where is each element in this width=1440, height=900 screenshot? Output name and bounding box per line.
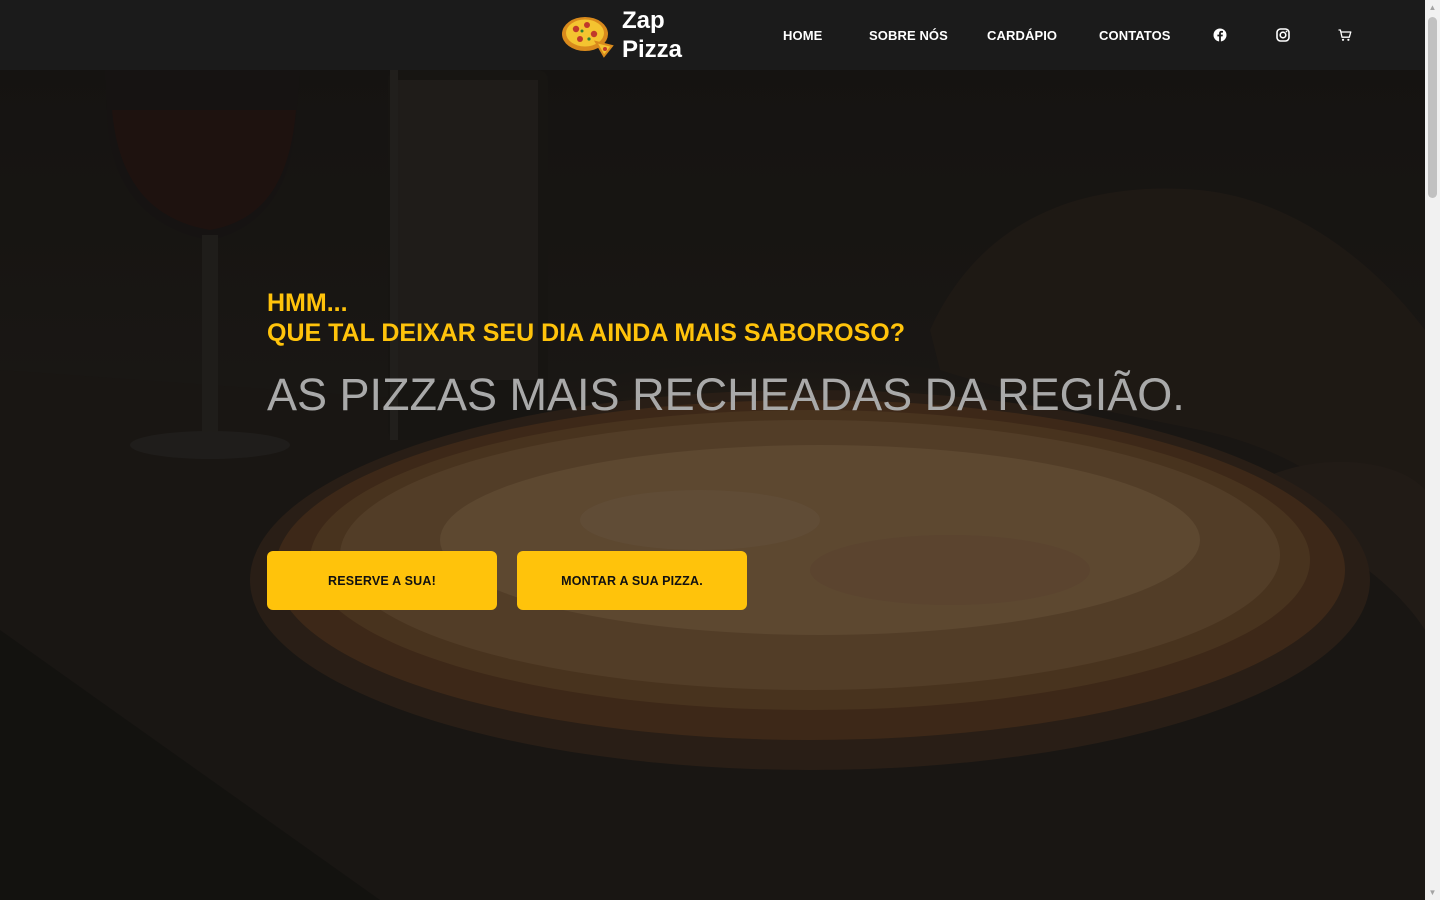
hero-eyebrow-line2: QUE TAL DEIXAR SEU DIA AINDA MAIS SABORO… [267,319,906,347]
hero-overlay [0,70,1425,900]
hero-section: HMM... QUE TAL DEIXAR SEU DIA AINDA MAIS… [0,70,1425,900]
nav-contatos[interactable]: CONTATOS [1099,28,1171,43]
brand-home-link[interactable]: Zap Pizza [560,5,682,65]
brand-name-line2: Pizza [622,36,683,63]
nav-sobre-nos[interactable]: SOBRE NÓS [869,28,948,43]
build-pizza-button[interactable]: MONTAR A SUA PIZZA. [517,551,747,610]
hero-eyebrow: HMM... QUE TAL DEIXAR SEU DIA AINDA MAIS… [267,288,905,348]
scroll-up-icon[interactable]: ▲ [1425,0,1440,15]
scrollbar-thumb[interactable] [1428,17,1437,198]
scroll-down-icon[interactable]: ▼ [1425,885,1440,900]
top-navigation-bar: Zap Pizza HOME SOBRE NÓS CARDÁPIO CONTAT… [0,0,1425,70]
nav-home[interactable]: HOME [783,28,822,43]
cart-icon[interactable] [1337,27,1353,43]
hero-headline: AS PIZZAS MAIS RECHEADAS DA REGIÃO. [267,369,1185,420]
facebook-icon[interactable] [1212,27,1228,43]
reserve-button[interactable]: RESERVE A SUA! [267,551,497,610]
hero-eyebrow-line1: HMM... [267,289,348,317]
instagram-icon[interactable] [1275,27,1291,43]
page-scrollbar[interactable]: ▲ ▼ [1425,0,1440,900]
pizza-logo-icon [562,17,614,58]
brand-name: Zap Pizza [622,6,682,64]
nav-cardapio[interactable]: CARDÁPIO [987,28,1057,43]
brand-name-line1: Zap [622,7,665,34]
